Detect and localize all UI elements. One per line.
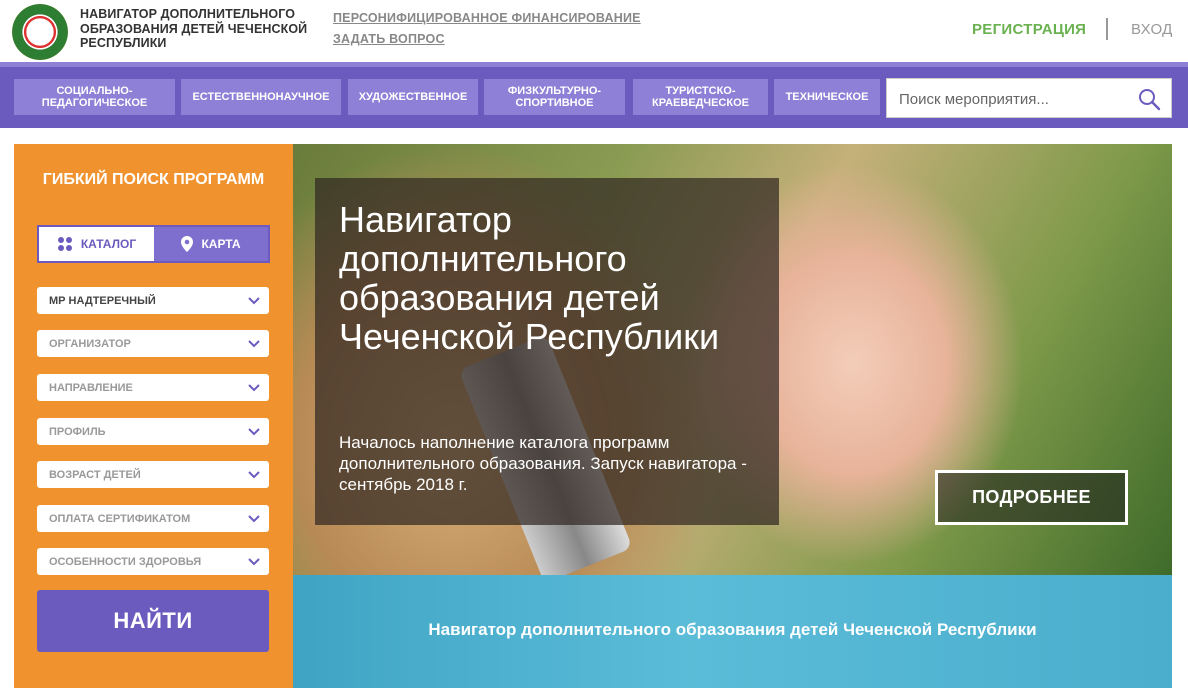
- login-link[interactable]: ВХОД: [1131, 21, 1173, 38]
- chevron-down-icon: [248, 384, 260, 392]
- organizer-select[interactable]: ОРГАНИЗАТОР: [37, 330, 269, 357]
- hero-slide: Навигатор дополнительного образования де…: [293, 144, 1172, 575]
- personified-financing-link[interactable]: ПЕРСОНИФИЦИРОВАННОЕ ФИНАНСИРОВАНИЕ: [333, 11, 641, 25]
- chevron-down-icon: [248, 340, 260, 348]
- nav-item-tourism[interactable]: ТУРИСТСКО-КРАЕВЕДЧЕСКОЕ: [633, 79, 768, 115]
- child-age-select-value: ВОЗРАСТ ДЕТЕЙ: [49, 468, 141, 481]
- organizer-select-value: ОРГАНИЗАТОР: [49, 337, 131, 350]
- hero-text: Началось наполнение каталога программ до…: [339, 433, 747, 494]
- emblem-logo[interactable]: [12, 4, 68, 60]
- direction-select-value: НАПРАВЛЕНИЕ: [49, 381, 133, 394]
- hero-caption: Навигатор дополнительного образования де…: [315, 178, 779, 525]
- catalog-label: КАТАЛОГ: [80, 237, 137, 251]
- profile-select-value: ПРОФИЛЬ: [49, 425, 106, 438]
- ask-question-link[interactable]: ЗАДАТЬ ВОПРОС: [333, 32, 445, 46]
- site-title[interactable]: НАВИГАТОР ДОПОЛНИТЕЛЬНОГО ОБРАЗОВАНИЯ ДЕ…: [80, 7, 320, 51]
- chevron-down-icon: [248, 297, 260, 305]
- hero-title: Навигатор дополнительного образования де…: [339, 199, 720, 357]
- profile-select[interactable]: ПРОФИЛЬ: [37, 418, 269, 445]
- health-features-select-value: ОСОБЕННОСТИ ЗДОРОВЬЯ: [49, 555, 202, 568]
- search-input[interactable]: [899, 88, 1127, 110]
- flexible-search-panel: ГИБКИЙ ПОИСК ПРОГРАММ КАТАЛОГ КАРТА МР Н…: [14, 144, 293, 688]
- nav-item-artistic[interactable]: ХУДОЖЕСТВЕННОЕ: [348, 79, 478, 115]
- category-nav: СОЦИАЛЬНО-ПЕДАГОГИЧЕСКОЕ ЕСТЕСТВЕННОНАУЧ…: [0, 62, 1188, 128]
- chevron-down-icon: [248, 428, 260, 436]
- direction-select[interactable]: НАПРАВЛЕНИЕ: [37, 374, 269, 401]
- bottom-banner: Навигатор дополнительного образования де…: [293, 575, 1172, 688]
- chevron-down-icon: [248, 471, 260, 479]
- header: НАВИГАТОР ДОПОЛНИТЕЛЬНОГО ОБРАЗОВАНИЯ ДЕ…: [0, 0, 1188, 62]
- map-toggle[interactable]: КАРТА: [154, 227, 268, 261]
- nav-item-sports[interactable]: ФИЗКУЛЬТУРНО-СПОРТИВНОЕ: [484, 79, 625, 115]
- catalog-toggle[interactable]: КАТАЛОГ: [39, 227, 154, 261]
- certificate-payment-select[interactable]: ОПЛАТА СЕРТИФИКАТОМ: [37, 505, 269, 532]
- district-select[interactable]: МР НАДТЕРЕЧНЫЙ: [37, 287, 269, 314]
- chevron-down-icon: [248, 515, 260, 523]
- header-divider: [1106, 18, 1108, 40]
- nav-item-technical[interactable]: ТЕХНИЧЕСКОЕ: [774, 79, 880, 115]
- map-label: КАРТА: [201, 237, 241, 251]
- find-button[interactable]: НАЙТИ: [37, 590, 269, 652]
- register-link[interactable]: РЕГИСТРАЦИЯ: [972, 21, 1086, 38]
- child-age-select[interactable]: ВОЗРАСТ ДЕТЕЙ: [37, 461, 269, 488]
- health-features-select[interactable]: ОСОБЕННОСТИ ЗДОРОВЬЯ: [37, 548, 269, 575]
- more-button[interactable]: ПОДРОБНЕЕ: [935, 470, 1128, 525]
- search-icon[interactable]: [1137, 87, 1161, 111]
- search-panel-title: ГИБКИЙ ПОИСК ПРОГРАММ: [42, 171, 265, 188]
- nav-item-natural-science[interactable]: ЕСТЕСТВЕННОНАУЧНОЕ: [181, 79, 341, 115]
- certificate-payment-select-value: ОПЛАТА СЕРТИФИКАТОМ: [49, 512, 191, 525]
- banner-text: Навигатор дополнительного образования де…: [428, 620, 1037, 639]
- chevron-down-icon: [248, 558, 260, 566]
- event-search: [886, 78, 1172, 118]
- grid-icon: [57, 237, 72, 251]
- view-toggle: КАТАЛОГ КАРТА: [37, 225, 270, 263]
- nav-item-social-pedagogical[interactable]: СОЦИАЛЬНО-ПЕДАГОГИЧЕСКОЕ: [14, 79, 175, 115]
- map-pin-icon: [181, 236, 194, 252]
- district-select-value: МР НАДТЕРЕЧНЫЙ: [49, 294, 156, 307]
